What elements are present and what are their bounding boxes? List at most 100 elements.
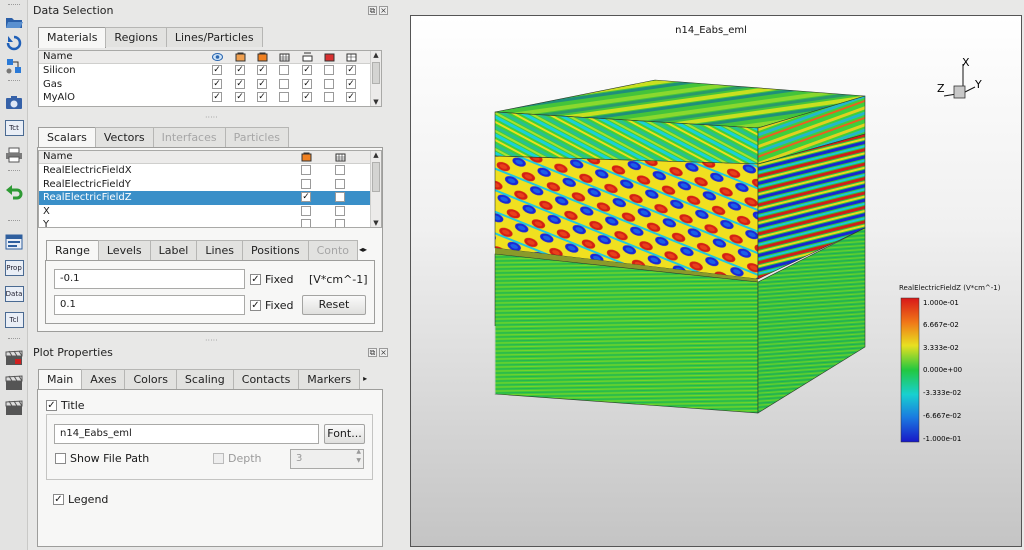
tab-scroll-right-icon[interactable]: ▸ bbox=[359, 369, 367, 389]
scalar-option-checkbox[interactable] bbox=[301, 205, 311, 216]
material-option-checkbox[interactable] bbox=[279, 92, 289, 102]
scalar-row[interactable]: Y bbox=[39, 218, 381, 227]
material-option-checkbox[interactable] bbox=[279, 78, 289, 89]
material-option-checkbox[interactable]: ✓ bbox=[257, 65, 267, 75]
float-panel-icon[interactable]: ⧉ bbox=[368, 6, 377, 15]
depth-spinbox[interactable]: 3 ▲ ▼ bbox=[290, 448, 364, 469]
scroll-thumb[interactable] bbox=[372, 162, 380, 192]
clapper-icon[interactable] bbox=[3, 348, 25, 368]
scalar-row[interactable]: RealElectricFieldZ ✓ bbox=[39, 191, 381, 205]
scroll-down-icon[interactable]: ▼ bbox=[371, 98, 381, 106]
material-option-checkbox[interactable] bbox=[324, 65, 334, 75]
tab-scaling[interactable]: Scaling bbox=[175, 369, 234, 389]
material-option-checkbox[interactable]: ✓ bbox=[302, 65, 312, 75]
tab-materials[interactable]: Materials bbox=[38, 27, 107, 48]
checkbox-box[interactable] bbox=[213, 453, 224, 464]
tab-colors[interactable]: Colors bbox=[124, 369, 177, 389]
material-option-checkbox[interactable]: ✓ bbox=[346, 78, 356, 89]
scroll-thumb[interactable] bbox=[372, 62, 380, 84]
clapper-icon[interactable] bbox=[3, 398, 25, 418]
scalar-option-checkbox[interactable] bbox=[335, 219, 345, 227]
plot-canvas[interactable]: n14_Eabs_eml X Y Z RealElectricFieldZ (V… bbox=[411, 16, 1022, 547]
scalar-option-checkbox[interactable] bbox=[335, 165, 345, 175]
mesh-grid-icon[interactable] bbox=[279, 52, 290, 62]
scalar-option-checkbox[interactable] bbox=[335, 178, 345, 189]
close-panel-icon[interactable]: × bbox=[379, 6, 388, 15]
checkbox-box[interactable] bbox=[55, 453, 66, 464]
scroll-up-icon[interactable]: ▲ bbox=[371, 51, 381, 59]
tab-label[interactable]: Label bbox=[149, 240, 198, 260]
text-tool-icon[interactable]: Tct bbox=[3, 118, 25, 138]
field-color-icon[interactable] bbox=[301, 152, 312, 162]
material-option-checkbox[interactable]: ✓ bbox=[212, 78, 222, 89]
material-option-checkbox[interactable]: ✓ bbox=[235, 65, 245, 75]
material-option-checkbox[interactable]: ✓ bbox=[257, 78, 267, 89]
material-row[interactable]: Gas ✓ ✓ ✓ ✓ ✓ bbox=[39, 78, 381, 92]
title-input[interactable]: n14_Eabs_eml bbox=[54, 424, 319, 444]
camera-icon[interactable] bbox=[3, 92, 25, 112]
tab-axes[interactable]: Axes bbox=[81, 369, 126, 389]
scalars-scrollbar[interactable]: ▲ ▼ bbox=[370, 151, 381, 227]
scalar-row[interactable]: X bbox=[39, 205, 381, 219]
checkbox-box[interactable]: ✓ bbox=[46, 400, 57, 411]
checkbox-box[interactable]: ✓ bbox=[53, 494, 64, 505]
scalar-row[interactable]: RealElectricFieldX bbox=[39, 164, 381, 178]
checkbox-box[interactable]: ✓ bbox=[250, 274, 261, 285]
tab-scroll-arrows-icon[interactable]: ◂▸ bbox=[357, 240, 367, 260]
window-icon[interactable] bbox=[3, 232, 25, 252]
scalar-option-checkbox[interactable] bbox=[301, 165, 311, 175]
reload-icon[interactable] bbox=[3, 33, 25, 53]
scalar-option-checkbox[interactable] bbox=[335, 192, 345, 202]
tab-positions[interactable]: Positions bbox=[242, 240, 309, 260]
properties-icon[interactable]: Prop bbox=[3, 258, 25, 278]
scalar-option-checkbox[interactable] bbox=[301, 178, 311, 189]
material-color-icon[interactable] bbox=[235, 52, 246, 62]
material-option-checkbox[interactable]: ✓ bbox=[346, 65, 356, 75]
printer-icon[interactable] bbox=[3, 145, 25, 165]
tab-scalars[interactable]: Scalars bbox=[38, 127, 96, 148]
max-fixed-checkbox[interactable]: ✓ Fixed bbox=[250, 299, 294, 312]
tab-contacts[interactable]: Contacts bbox=[232, 369, 300, 389]
tab-particles[interactable]: Particles bbox=[224, 127, 289, 147]
tab-lines-particles[interactable]: Lines/Particles bbox=[165, 27, 263, 47]
scalar-option-checkbox[interactable] bbox=[335, 205, 345, 216]
boundary-icon[interactable] bbox=[302, 52, 313, 62]
tab-interfaces[interactable]: Interfaces bbox=[152, 127, 226, 147]
tab-markers[interactable]: Markers bbox=[298, 369, 361, 389]
float-panel-icon[interactable]: ⧉ bbox=[368, 348, 377, 357]
close-panel-icon[interactable]: × bbox=[379, 348, 388, 357]
plot-viewport[interactable]: n14_Eabs_eml X Y Z RealElectricFieldZ (V… bbox=[410, 15, 1022, 547]
material-option-checkbox[interactable]: ✓ bbox=[302, 78, 312, 89]
material-option-checkbox[interactable]: ✓ bbox=[235, 92, 245, 102]
material-red-icon[interactable] bbox=[324, 52, 335, 62]
undo-icon[interactable] bbox=[3, 182, 25, 202]
regions-icon[interactable] bbox=[3, 56, 25, 76]
material-option-checkbox[interactable]: ✓ bbox=[235, 78, 245, 89]
material-option-checkbox[interactable] bbox=[279, 65, 289, 75]
material-row[interactable]: Silicon ✓ ✓ ✓ ✓ ✓ bbox=[39, 64, 381, 78]
clapper-icon[interactable] bbox=[3, 373, 25, 393]
legend-checkbox[interactable]: ✓ Legend bbox=[53, 493, 108, 506]
tab-levels[interactable]: Levels bbox=[97, 240, 151, 260]
tab-vectors[interactable]: Vectors bbox=[94, 127, 154, 147]
checkbox-box[interactable]: ✓ bbox=[250, 300, 261, 311]
field-grid-icon[interactable] bbox=[335, 152, 346, 162]
material-option-checkbox[interactable]: ✓ bbox=[212, 92, 222, 102]
scroll-up-icon[interactable]: ▲ bbox=[371, 151, 381, 159]
tab-lines[interactable]: Lines bbox=[196, 240, 243, 260]
scalar-option-checkbox[interactable] bbox=[301, 219, 311, 227]
tab-regions[interactable]: Regions bbox=[105, 27, 167, 47]
show-file-path-checkbox[interactable]: Show File Path bbox=[55, 452, 149, 465]
splitter-handle[interactable]: ····· bbox=[205, 113, 218, 122]
material-option-checkbox[interactable] bbox=[324, 78, 334, 89]
material-option-checkbox[interactable]: ✓ bbox=[257, 92, 267, 102]
scroll-down-icon[interactable]: ▼ bbox=[371, 219, 381, 227]
material-option-checkbox[interactable]: ✓ bbox=[346, 92, 356, 102]
title-checkbox[interactable]: ✓ Title bbox=[46, 399, 85, 412]
material-option-checkbox[interactable]: ✓ bbox=[302, 92, 312, 102]
material-fill-icon[interactable] bbox=[257, 52, 268, 62]
visibility-eye-icon[interactable] bbox=[212, 52, 223, 62]
material-option-checkbox[interactable]: ✓ bbox=[212, 65, 222, 75]
range-max-input[interactable]: 0.1 bbox=[54, 295, 245, 315]
materials-scrollbar[interactable]: ▲ ▼ bbox=[370, 51, 381, 106]
